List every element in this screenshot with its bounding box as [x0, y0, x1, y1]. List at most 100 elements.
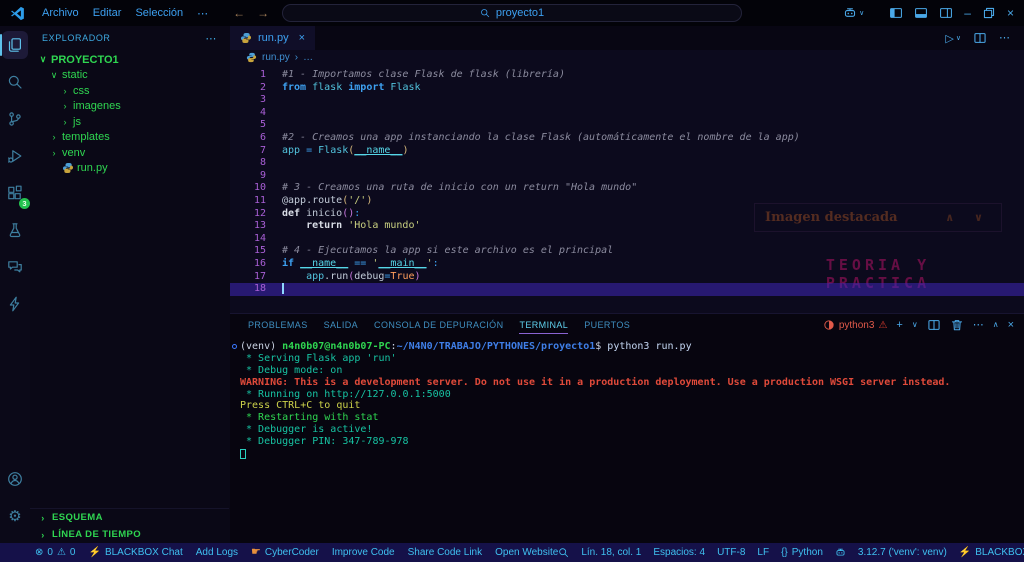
warning-icon: ⚠	[878, 320, 887, 331]
code-line-1[interactable]: 1#1 - Importamos clase Flask de flask (l…	[230, 69, 1024, 82]
search-icon	[7, 74, 23, 90]
code-line-9[interactable]: 9	[230, 170, 1024, 183]
menu-[interactable]: ⋯	[190, 5, 215, 22]
status-indentation-label: Espacios: 4	[653, 547, 705, 558]
breadcrumb[interactable]: run.py › …	[230, 50, 1024, 65]
section-linea-de-tiempo[interactable]: ›LÍNEA DE TIEMPO	[30, 526, 229, 543]
code-line-18[interactable]: 18	[230, 283, 1024, 296]
new-terminal-icon[interactable]: +	[896, 320, 902, 331]
forward-arrow-icon[interactable]: →	[257, 6, 269, 20]
code-line-6[interactable]: 6#2 - Creamos una app instanciando la cl…	[230, 132, 1024, 145]
breadcrumb-file[interactable]: run.py	[262, 52, 290, 63]
menu-editar[interactable]: Editar	[86, 5, 129, 22]
terminal-output[interactable]: (venv) n4n0b07@n4n0b07-PC:~/N4N0/TRABAJO…	[230, 336, 1024, 460]
more-icon[interactable]: ⋯	[973, 320, 984, 331]
code-editor[interactable]: Imagen destacada ∧ ∨ TEORIA Y PRACTICA 1…	[230, 65, 1024, 313]
code-line-13[interactable]: 13 return 'Hola mundo'	[230, 220, 1024, 233]
activity-run-and-debug[interactable]	[2, 142, 28, 170]
kill-terminal-icon[interactable]	[950, 318, 964, 332]
status-problems[interactable]: ⊗0⚠0	[35, 547, 75, 558]
explorer-icon	[7, 37, 23, 53]
terminal-profile[interactable]: python3⚠	[823, 319, 888, 331]
code-line-14[interactable]: 14	[230, 233, 1024, 246]
code-line-10[interactable]: 10# 3 - Creamos una ruta de inicio con u…	[230, 182, 1024, 195]
status-blackbox-chat[interactable]: ⚡BLACKBOX Chat	[88, 547, 182, 558]
tree-item-static[interactable]: ∨static	[30, 68, 229, 84]
tree-item-venv[interactable]: ›venv	[30, 145, 229, 161]
panel-tab-salida[interactable]: SALIDA	[316, 314, 366, 336]
status-add-logs[interactable]: Add Logs	[196, 547, 238, 558]
terminal-dropdown-icon[interactable]: ∨	[912, 321, 918, 329]
split-editor-icon[interactable]	[973, 31, 987, 45]
status-encoding[interactable]: UTF-8	[717, 547, 745, 558]
status-share-code-link[interactable]: Share Code Link	[408, 547, 483, 558]
activity-source-control[interactable]	[2, 105, 28, 133]
status-cybercoder[interactable]: ☛CyberCoder	[251, 547, 319, 558]
restore-icon[interactable]	[982, 6, 996, 20]
panel-tab-terminal[interactable]: TERMINAL	[511, 314, 576, 336]
sidebar-more-actions[interactable]: ⋯	[205, 32, 217, 45]
tree-item-run-py[interactable]: run.py	[30, 161, 229, 177]
activity-explorer[interactable]	[2, 31, 28, 59]
section-esquema[interactable]: ›ESQUEMA	[30, 509, 229, 526]
status-indentation[interactable]: Espacios: 4	[653, 547, 705, 558]
activity-blackbox[interactable]	[2, 290, 28, 318]
code-line-4[interactable]: 4	[230, 107, 1024, 120]
code-line-7[interactable]: 7app = Flask(__name__)	[230, 145, 1024, 158]
back-arrow-icon[interactable]: ←	[233, 6, 245, 20]
braces-icon: {}	[781, 548, 788, 558]
status-blackboxai-chat[interactable]: ⚡BLACKBOXAI: Open Chat	[959, 547, 1024, 558]
status-open-website[interactable]: Open Website	[495, 547, 558, 558]
more-icon[interactable]: ⋯	[999, 33, 1010, 44]
activity-accounts[interactable]	[2, 465, 28, 493]
tree-item-imagenes[interactable]: ›imagenes	[30, 99, 229, 115]
layout-sidebar-toggle-icon[interactable]	[889, 6, 903, 20]
command-center-search[interactable]: proyecto1	[282, 4, 742, 22]
maximize-panel-icon[interactable]: ∧	[993, 321, 999, 329]
close-icon[interactable]: ×	[1007, 7, 1014, 19]
breadcrumb-more[interactable]: …	[303, 52, 313, 63]
panel-tab-consola-de-depuracion[interactable]: CONSOLA DE DEPURACIÓN	[366, 314, 511, 336]
status-copilot-status[interactable]	[835, 547, 846, 558]
code-line-15[interactable]: 15# 4 - Ejecutamos la app si este archiv…	[230, 245, 1024, 258]
status-python-interpreter[interactable]: 3.12.7 ('venv': venv)	[858, 547, 947, 558]
warning-icon: ⚠	[57, 548, 66, 558]
copilot-menu[interactable]: ∨	[843, 6, 864, 20]
status-language-mode[interactable]: {}Python	[781, 547, 823, 558]
code-line-16[interactable]: 16if __name__ == '__main__':	[230, 258, 1024, 271]
code-line-11[interactable]: 11@app.route('/')	[230, 195, 1024, 208]
code-line-17[interactable]: 17 app.run(debug=True)	[230, 271, 1024, 284]
activity-search[interactable]	[2, 68, 28, 96]
run-button[interactable]: ▷∨	[945, 32, 961, 45]
code-line-8[interactable]: 8	[230, 157, 1024, 170]
minimize-icon[interactable]: –	[964, 7, 971, 19]
menu-seleccion[interactable]: Selección	[128, 5, 190, 22]
split-terminal-icon[interactable]	[927, 318, 941, 332]
code-line-12[interactable]: 12def inicio():	[230, 208, 1024, 221]
close-panel-icon[interactable]: ×	[1008, 320, 1014, 331]
activity-chat[interactable]	[2, 253, 28, 281]
tree-item-js[interactable]: ›js	[30, 114, 229, 130]
status-eol[interactable]: LF	[757, 547, 769, 558]
panel-tab-puertos[interactable]: PUERTOS	[576, 314, 638, 336]
layout-sidebar-right-toggle-icon[interactable]	[939, 6, 953, 20]
status-search-tool[interactable]	[558, 547, 569, 558]
code-line-2[interactable]: 2from flask import Flask	[230, 82, 1024, 95]
panel-tab-problemas[interactable]: PROBLEMAS	[240, 314, 316, 336]
code-line-5[interactable]: 5	[230, 119, 1024, 132]
tree-item-css[interactable]: ›css	[30, 83, 229, 99]
tree-item-proyecto1[interactable]: ∨PROYECTO1	[30, 52, 229, 68]
tree-item-templates[interactable]: ›templates	[30, 130, 229, 146]
status-bar-left: ⊗0⚠0 ⚡BLACKBOX Chat Add Logs ☛CyberCoder Imp…	[35, 547, 558, 558]
status-improve-code[interactable]: Improve Code	[332, 547, 395, 558]
code-line-3[interactable]: 3	[230, 94, 1024, 107]
error-circle-icon: ⊗	[35, 548, 43, 558]
activity-settings[interactable]: ⚙	[2, 502, 28, 530]
layout-panel-toggle-icon[interactable]	[914, 6, 928, 20]
tab-close-icon[interactable]: ×	[299, 32, 305, 44]
activity-extensions[interactable]: 3	[2, 179, 28, 207]
menu-archivo[interactable]: Archivo	[35, 5, 86, 22]
tab-run-py[interactable]: run.py ×	[230, 26, 315, 50]
status-cursor-position[interactable]: Lín. 18, col. 1	[581, 547, 641, 558]
activity-testing[interactable]	[2, 216, 28, 244]
